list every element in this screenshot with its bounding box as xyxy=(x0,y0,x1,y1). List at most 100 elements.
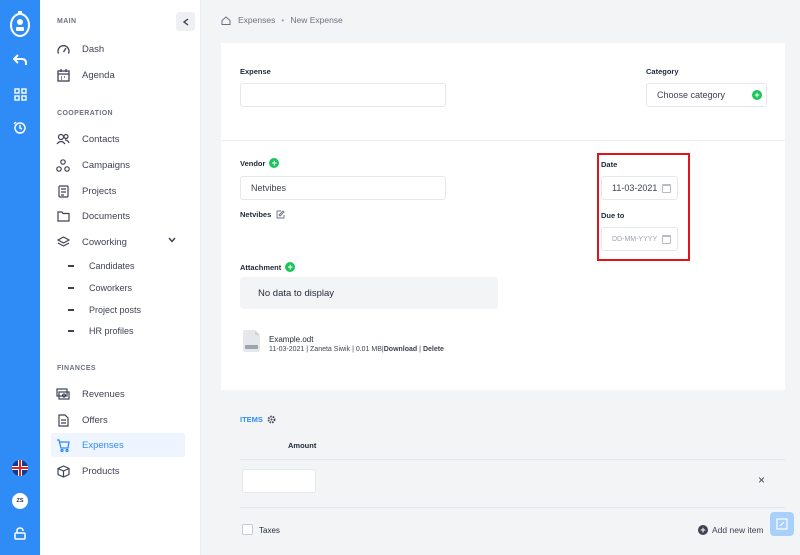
expense-input[interactable] xyxy=(240,83,446,107)
expense-label: Expense xyxy=(240,67,271,76)
sidebar-subitem-label: Candidates xyxy=(89,261,135,271)
add-vendor-icon[interactable]: + xyxy=(269,158,280,168)
sidebar-subitem-label: HR profiles xyxy=(89,326,134,336)
apps-grid-icon[interactable] xyxy=(0,84,40,104)
remove-item-icon[interactable]: × xyxy=(758,473,765,487)
breadcrumb-expenses[interactable]: Expenses xyxy=(238,15,275,25)
box-icon xyxy=(56,464,70,478)
offers-icon xyxy=(56,413,70,427)
revenues-icon xyxy=(56,387,70,401)
sidebar-item-dash[interactable]: Dash xyxy=(51,37,185,61)
calendar-icon xyxy=(56,68,70,82)
breadcrumb-current: New Expense xyxy=(290,15,343,25)
sidebar-item-label: Contacts xyxy=(82,133,120,145)
sidebar-item-documents[interactable]: Documents xyxy=(51,204,185,228)
sidebar-item-label: Documents xyxy=(82,210,131,222)
attachment-label-row: Attachment + xyxy=(240,262,296,272)
add-new-item-button[interactable]: + Add new item xyxy=(698,525,764,535)
sidebar-item-label: Coworking xyxy=(82,236,127,248)
add-circle-icon: + xyxy=(698,525,708,535)
sidebar-item-label: Agenda xyxy=(82,69,115,81)
bullet-dash xyxy=(68,330,74,332)
highlight-box xyxy=(597,153,690,261)
sidebar-item-contacts[interactable]: Contacts xyxy=(51,127,185,151)
sidebar-item-revenues[interactable]: Revenues xyxy=(51,382,185,406)
vendor-label-row: Vendor + xyxy=(240,158,280,168)
gear-icon[interactable] xyxy=(267,415,276,424)
app-logo-icon[interactable] xyxy=(0,8,40,40)
file-meta-divider: | xyxy=(419,346,421,353)
add-category-icon[interactable]: + xyxy=(752,90,762,100)
documents-icon xyxy=(56,209,70,223)
sidebar-subitem-project-posts[interactable]: Project posts xyxy=(68,301,141,319)
sidebar-item-label: Expenses xyxy=(82,439,124,451)
divider xyxy=(221,140,785,141)
sidebar-item-expenses[interactable]: Expenses xyxy=(51,433,185,457)
category-label: Category xyxy=(646,67,679,76)
items-label: ITEMS xyxy=(240,415,263,424)
sidebar-item-label: Dash xyxy=(82,43,105,55)
add-attachment-icon[interactable]: + xyxy=(285,262,296,272)
category-placeholder: Choose category xyxy=(657,90,726,100)
refresh-timer-icon[interactable] xyxy=(0,118,40,138)
bullet-dash xyxy=(68,287,74,289)
uk-flag-icon[interactable] xyxy=(0,458,40,478)
back-arrow-icon[interactable] xyxy=(0,50,40,70)
corner-action-button[interactable] xyxy=(770,512,794,536)
vendor-name: Netvibes xyxy=(240,210,272,219)
no-data-message: No data to display xyxy=(240,277,498,309)
taxes-checkbox[interactable] xyxy=(242,524,253,535)
delete-link[interactable]: Delete xyxy=(423,346,444,353)
speedometer-icon xyxy=(56,42,70,56)
file-name[interactable]: Example.odt xyxy=(269,335,313,344)
avatar-initials: ZS xyxy=(12,493,28,509)
sidebar-item-offers[interactable]: Offers xyxy=(51,408,185,432)
expense-form-card: Expense Category Choose category + Vendo… xyxy=(221,43,785,555)
sidebar-item-campaigns[interactable]: Campaigns xyxy=(51,153,185,177)
vendor-name-row: Netvibes xyxy=(240,210,285,219)
sidebar-item-coworking[interactable]: Coworking xyxy=(51,230,185,254)
items-header: ITEMS xyxy=(240,415,276,424)
sidebar-subitem-label: Coworkers xyxy=(89,283,133,293)
amount-column-header: Amount xyxy=(288,441,317,450)
home-icon[interactable] xyxy=(221,15,231,25)
file-meta-divider: | xyxy=(352,346,354,353)
file-author: Zaneta Siwik xyxy=(310,346,351,353)
divider xyxy=(240,459,785,460)
campaigns-icon xyxy=(56,158,70,172)
sidebar-item-label: Products xyxy=(82,465,120,477)
sidebar-subitem-candidates[interactable]: Candidates xyxy=(68,257,135,275)
sidebar-subitem-hr-profiles[interactable]: HR profiles xyxy=(68,322,134,340)
vendor-input[interactable]: Netvibes xyxy=(240,176,446,200)
collapse-sidebar-button[interactable] xyxy=(176,12,195,31)
section-title-cooperation: COOPERATION xyxy=(57,110,113,117)
chevron-down-icon[interactable] xyxy=(168,237,176,243)
lock-icon[interactable] xyxy=(0,524,40,542)
bullet-dash xyxy=(68,309,74,311)
category-select[interactable]: Choose category + xyxy=(646,83,767,107)
bullet-dash xyxy=(68,265,74,267)
file-meta: 11-03-2021 | Zaneta Siwik | 0.01 MB|Down… xyxy=(269,346,444,353)
section-title-finances: FINANCES xyxy=(57,365,96,372)
sidebar-item-products[interactable]: Products xyxy=(51,459,185,483)
sidebar-item-label: Projects xyxy=(82,185,117,197)
breadcrumb-separator: • xyxy=(281,15,285,25)
cart-icon xyxy=(56,438,70,452)
avatar[interactable]: ZS xyxy=(0,492,40,510)
sidebar-item-label: Campaigns xyxy=(82,159,131,171)
edit-vendor-icon[interactable] xyxy=(276,210,285,219)
taxes-label: Taxes xyxy=(259,526,280,535)
sidebar-subitem-coworkers[interactable]: Coworkers xyxy=(68,279,132,297)
download-link[interactable]: Download xyxy=(384,346,417,353)
projects-icon xyxy=(56,184,70,198)
sidebar: MAIN Dash Agenda COOPERATION Contacts Ca… xyxy=(40,0,201,555)
sidebar-item-projects[interactable]: Projects xyxy=(51,179,185,203)
edit-icon xyxy=(776,518,788,530)
chevron-left-icon xyxy=(182,17,188,26)
file-size: 0.01 MB xyxy=(355,346,382,353)
amount-input[interactable] xyxy=(242,469,316,493)
layers-icon xyxy=(56,235,70,249)
contacts-icon xyxy=(56,132,70,146)
file-icon xyxy=(243,330,260,352)
sidebar-item-agenda[interactable]: Agenda xyxy=(51,63,185,87)
